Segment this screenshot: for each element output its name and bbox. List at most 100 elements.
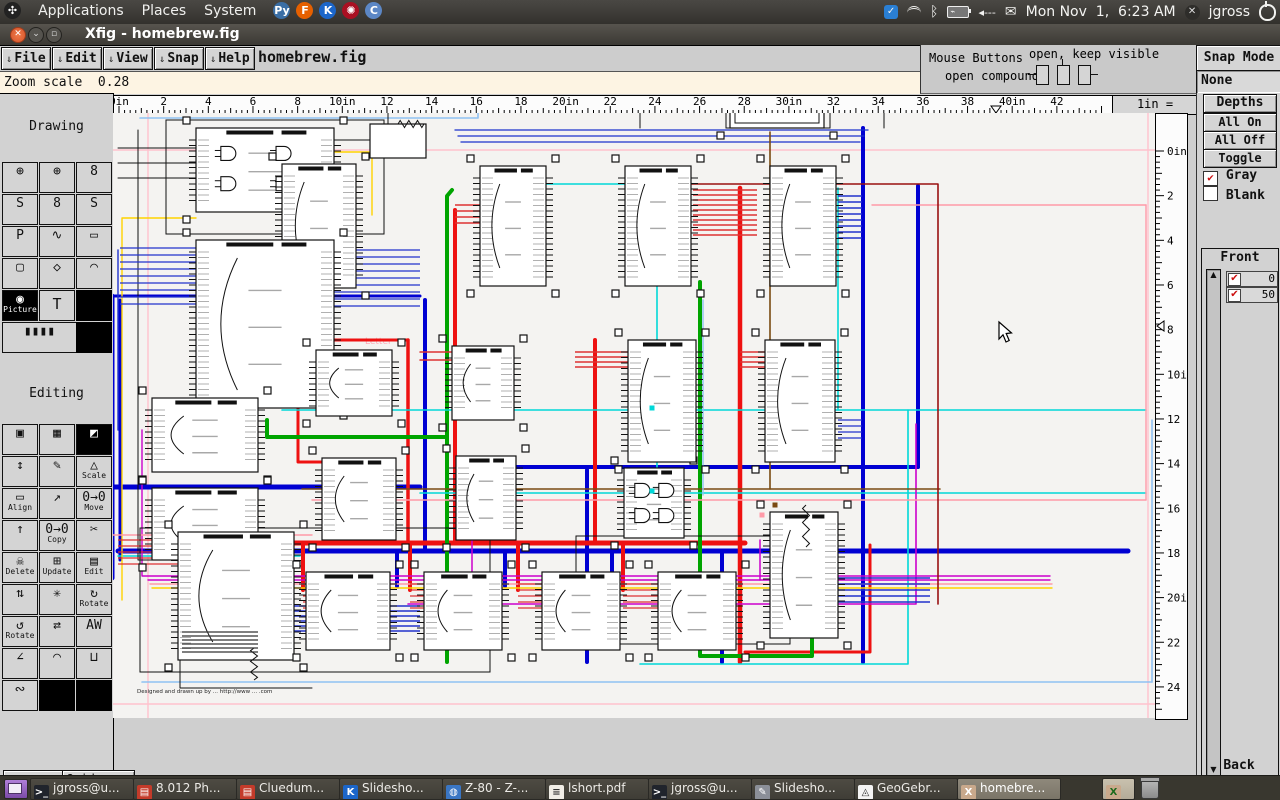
tool-ellipse-by-radius[interactable]: ⊕	[2, 162, 38, 193]
close-button[interactable]: ✕	[10, 27, 26, 43]
tool-delete[interactable]: ☠Delete	[2, 552, 38, 583]
panel-menu-system[interactable]: System	[195, 0, 265, 22]
layer-checkbox[interactable]: ✔	[1228, 289, 1241, 302]
tool-rotate-cw[interactable]: ↻Rotate	[76, 584, 112, 615]
wifi-icon[interactable]	[907, 6, 921, 19]
ic-chip[interactable]	[612, 155, 704, 297]
ic-chip[interactable]	[293, 561, 403, 661]
mail-icon[interactable]: ✉	[1005, 4, 1017, 20]
kde-help-launcher-icon[interactable]: K	[319, 2, 336, 19]
menu-snap[interactable]: ⇓Snap	[154, 47, 204, 70]
trash-icon[interactable]	[1141, 779, 1159, 799]
depths-all-off-button[interactable]: All Off	[1203, 131, 1277, 150]
unit-indicator[interactable]: 1in = 1.00in	[1112, 95, 1198, 115]
taskbar-item-doc-8012[interactable]: ▤8.012 Ph...	[133, 778, 237, 800]
taskbar-item-terminal-1[interactable]: >_jgross@u...	[30, 778, 134, 800]
tool-arc-point[interactable]: ◠	[39, 648, 75, 679]
ic-chip[interactable]	[467, 155, 559, 297]
tool-library[interactable]: ▮▮▮▮	[2, 322, 77, 353]
ic-chip[interactable]	[411, 561, 515, 661]
menu-view[interactable]: ⇓View	[103, 47, 153, 70]
bluetooth-icon[interactable]: ᛒ	[930, 4, 938, 20]
tool-copy-point[interactable]: ↑	[2, 520, 38, 551]
menu-edit[interactable]: ⇓Edit	[52, 47, 102, 70]
tool-mirror[interactable]: ↗	[39, 488, 75, 519]
dropbox-icon[interactable]: ✓	[884, 5, 898, 19]
taskbar-item-lshort-pdf[interactable]: ≡lshort.pdf	[545, 778, 649, 800]
depths-toggle-button[interactable]: Toggle	[1203, 149, 1277, 168]
ic-chip[interactable]	[757, 501, 851, 649]
ic-chip[interactable]	[439, 335, 527, 431]
snap-mode-value[interactable]: None	[1196, 70, 1280, 94]
tool-add-point[interactable]: ✎	[39, 456, 75, 487]
tool-regular-polygon[interactable]: ◇	[39, 258, 75, 289]
depths-check-blank[interactable]: Blank	[1203, 186, 1275, 203]
ic-chip[interactable]	[752, 329, 848, 473]
ic-chip[interactable]	[611, 457, 697, 549]
tool-rotate-ccw[interactable]: ↺Rotate	[2, 616, 38, 647]
tool-closed-interp-spline[interactable]: 8	[39, 194, 75, 225]
distributor-logo-icon[interactable]: ✣	[4, 2, 21, 19]
top-ruler[interactable]: 0in246810in1214161820in2224262830in32343…	[113, 95, 1113, 115]
python-launcher-icon[interactable]: Py	[273, 2, 290, 19]
volume-icon[interactable]: ◂---	[978, 6, 995, 19]
tool-update[interactable]: ⊞Update	[39, 552, 75, 583]
tool-move-point[interactable]: ↕	[2, 456, 38, 487]
taskbar-item-terminal-2[interactable]: >_jgross@u...	[648, 778, 752, 800]
window-titlebar[interactable]: ✕ ⌄ ▫ Xfig - homebrew.fig	[0, 24, 1280, 46]
tool-polyline[interactable]: ∿	[39, 226, 75, 257]
tool-text-spacing[interactable]: AW	[76, 616, 112, 647]
user-menu[interactable]: jgross	[1209, 4, 1250, 20]
tool-measure[interactable]: ⊔	[76, 648, 112, 679]
tool-glue-compound[interactable]: ▣	[2, 424, 38, 455]
tool-align[interactable]: ▭Align	[2, 488, 38, 519]
tool-interp-spline[interactable]: S	[76, 194, 112, 225]
top-ruler-svg[interactable]: 0in246810in1214161820in2224262830in32343…	[114, 96, 1113, 114]
tool-paste[interactable]: ✳	[39, 584, 75, 615]
tool-break-compound[interactable]: ▦	[39, 424, 75, 455]
ic-chip[interactable]	[443, 445, 529, 551]
maximize-button[interactable]: ▫	[46, 27, 62, 43]
tool-polygon[interactable]: P	[2, 226, 38, 257]
depth-layer-row[interactable]: ✔0	[1226, 271, 1278, 287]
taskbar-item-slideshow-1[interactable]: KSlidesho...	[339, 778, 443, 800]
tool-picture[interactable]: ◉Picture	[2, 290, 38, 321]
battery-icon[interactable]: ⌁	[947, 6, 969, 18]
tool-freehand[interactable]: ∾	[2, 680, 38, 711]
drawing-canvas[interactable]: LetterDesigned and drawn up by ... http:…	[113, 113, 1155, 718]
right-ruler-svg[interactable]: 0in246810in1214161820in2224	[1156, 114, 1187, 719]
clock[interactable]: Mon Nov 1, 6:23 AM	[1026, 4, 1176, 20]
power-icon[interactable]	[1259, 4, 1276, 21]
tool-tangent[interactable]: ∠	[2, 648, 38, 679]
taskbar-item-slideshow-2[interactable]: ✎Slidesho...	[751, 778, 855, 800]
taskbar-item-doc-cluedump[interactable]: ▤Cluedum...	[236, 778, 340, 800]
menu-file[interactable]: ⇓File	[1, 47, 51, 70]
ic-chip[interactable]	[370, 124, 426, 158]
taskbar-item-z80-doc[interactable]: ◍Z-80 - Z-...	[442, 778, 546, 800]
me-menu-icon[interactable]: ✕	[1185, 5, 1200, 20]
ic-chip[interactable]	[303, 339, 405, 427]
tool-spline[interactable]: S	[2, 194, 38, 225]
layer-checkbox[interactable]: ✔	[1228, 273, 1241, 286]
tool-open-compound[interactable]: ◩	[76, 424, 112, 455]
tool-cut[interactable]: ✂	[76, 520, 112, 551]
tool-move[interactable]: 0→0Move	[76, 488, 112, 519]
depths-all-on-button[interactable]: All On	[1203, 113, 1277, 132]
panel-menu-applications[interactable]: Applications	[29, 0, 133, 22]
window-list-applet-icon[interactable]	[4, 779, 28, 799]
tool-text[interactable]: T	[39, 290, 75, 321]
ic-chip[interactable]	[309, 447, 409, 551]
ic-chip[interactable]	[139, 387, 271, 483]
game-launcher-icon[interactable]: ✺	[342, 2, 359, 19]
menu-help[interactable]: ⇓Help	[205, 47, 255, 70]
depths-check-gray[interactable]: ✔ Gray	[1203, 168, 1275, 185]
tool-arc[interactable]: ◠	[76, 258, 112, 289]
depth-scrollbar[interactable]: ▲ ▼	[1206, 269, 1221, 776]
tool-copy[interactable]: 0→0Copy	[39, 520, 75, 551]
ic-chip[interactable]	[529, 561, 633, 661]
firefox-launcher-icon[interactable]: F	[296, 2, 313, 19]
gray-checkbox[interactable]: ✔	[1203, 171, 1218, 186]
ic-chip[interactable]	[645, 561, 749, 661]
ic-chip[interactable]	[757, 155, 849, 297]
taskbar-item-homebrew-xfig[interactable]: Xhomebre...	[957, 778, 1061, 800]
